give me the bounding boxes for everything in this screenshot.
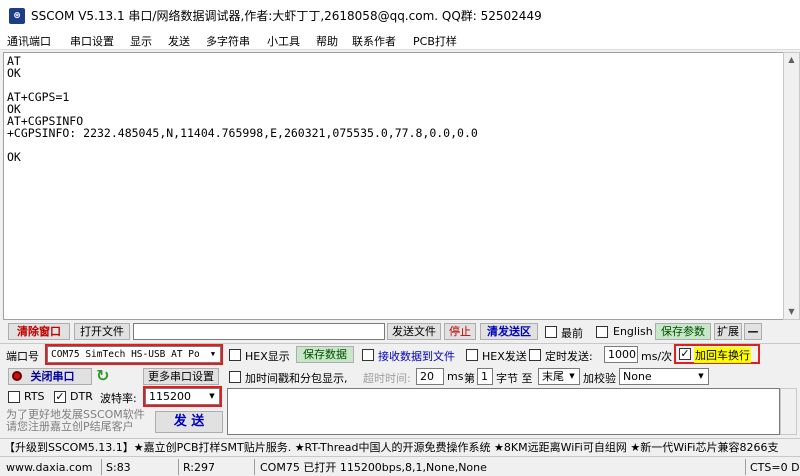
port-select-value: COM75 SimTech HS-USB AT Po [51, 349, 200, 360]
chevron-down-icon: ▼ [210, 350, 216, 358]
topmost-label: 最前 [561, 327, 583, 340]
timed-send-checkbox[interactable] [529, 349, 541, 361]
receive-terminal[interactable]: AT OK AT+CGPS=1 OK AT+CGPSINFO +CGPSINFO… [3, 52, 783, 320]
hex-display-label: HEX显示 [245, 350, 290, 363]
menu-help[interactable]: 帮助 [316, 33, 338, 49]
port-label: 端口号 [6, 350, 39, 363]
terminal-scrollbar[interactable]: ▲ ▼ [783, 52, 800, 320]
file-path-input[interactable] [133, 323, 385, 340]
checksum-value: None [623, 370, 652, 383]
menu-pcb-proto[interactable]: PCB打样 [413, 33, 457, 49]
window-title: SSCOM V5.13.1 串口/网络数据调试器,作者:大虾丁丁,2618058… [31, 9, 542, 23]
more-settings-button[interactable]: 更多串口设置 [143, 368, 219, 385]
menu-comm-port[interactable]: 通讯端口 [7, 33, 51, 49]
cts-status: CTS=0 D [750, 461, 800, 474]
timed-send-label: 定时发送: [545, 350, 593, 363]
baud-value: 115200 [149, 390, 191, 403]
terminal-line: OK [7, 66, 21, 80]
website-link[interactable]: www.daxia.com [6, 460, 93, 475]
scroll-up-icon[interactable]: ▲ [786, 55, 797, 65]
terminal-line: AT [7, 54, 21, 68]
byte-start-input[interactable]: 1 [477, 368, 493, 385]
refresh-icon[interactable]: ↻ [96, 366, 109, 385]
save-params-button[interactable]: 保存参数 [655, 323, 711, 340]
dtr-label: DTR [70, 390, 93, 403]
scroll-down-icon[interactable]: ▼ [786, 307, 797, 317]
clear-send-button[interactable]: 清发送区 [480, 323, 538, 340]
stop-button[interactable]: 停止 [444, 323, 476, 340]
timeout-unit-label: ms [447, 370, 464, 383]
chevron-down-icon: ▼ [209, 392, 215, 400]
hex-send-checkbox[interactable] [466, 349, 478, 361]
menu-tools[interactable]: 小工具 [267, 33, 300, 49]
terminal-line: AT+CGPS=1 [7, 90, 70, 104]
send-input[interactable] [227, 388, 780, 435]
terminal-line: +CGPSINFO: 2232.485045,N,11404.765998,E,… [7, 126, 478, 140]
sent-count: S:83 [106, 461, 131, 474]
add-crlf-label: 加回车换行 [694, 347, 751, 363]
add-crlf-checkbox[interactable]: ✓ [679, 348, 691, 360]
recv-to-file-label[interactable]: 接收数据到文件 [378, 348, 455, 364]
menu-contact-author[interactable]: 联系作者 [352, 33, 396, 49]
rts-checkbox[interactable] [8, 391, 20, 403]
dtr-checkbox[interactable]: ✓ [54, 391, 66, 403]
checksum-label: 加校验 [583, 372, 616, 385]
byte-prefix-label: 第 [464, 372, 475, 385]
checksum-select[interactable]: None ▼ [619, 368, 709, 385]
chevron-down-icon: ▼ [698, 372, 704, 380]
menu-bar: 通讯端口 串口设置 显示 发送 多字符串 小工具 帮助 联系作者 PCB打样 [0, 30, 800, 50]
rts-label: RTS [24, 390, 45, 403]
terminal-line: OK [7, 102, 21, 116]
status-separator [254, 459, 255, 475]
status-separator [178, 459, 179, 475]
save-data-button[interactable]: 保存数据 [296, 346, 354, 363]
chevron-down-icon: ▼ [569, 372, 575, 380]
hex-send-label: HEX发送 [482, 350, 527, 363]
baud-label: 波特率: [100, 392, 137, 405]
menu-multi-string[interactable]: 多字符串 [206, 33, 250, 49]
promo-bar[interactable]: 【升级到SSCOM5.13.1】★嘉立创PCB打样SMT贴片服务. ★RT-Th… [0, 438, 800, 455]
timeout-label: 超时时间: [363, 372, 411, 385]
hex-display-checkbox[interactable] [229, 349, 241, 361]
baud-select[interactable]: 115200 ▼ [145, 388, 220, 405]
collapse-button[interactable]: — [744, 323, 762, 340]
send-file-button[interactable]: 发送文件 [387, 323, 441, 340]
port-select[interactable]: COM75 SimTech HS-USB AT Po ▼ [47, 346, 221, 363]
timed-interval-input[interactable]: 1000 [604, 346, 638, 363]
status-separator [745, 459, 746, 475]
serial-app-icon: ⊛ [9, 8, 25, 24]
timed-unit-label: ms/次 [641, 350, 673, 363]
clear-window-button[interactable]: 清除窗口 [8, 323, 70, 340]
timestamp-label: 加时间戳和分包显示, [245, 372, 348, 385]
english-label: English [613, 325, 653, 338]
title-bar: ⊛ SSCOM V5.13.1 串口/网络数据调试器,作者:大虾丁丁,26180… [0, 0, 800, 30]
terminal-line: OK [7, 150, 21, 164]
menu-send[interactable]: 发送 [168, 33, 190, 49]
menu-serial-settings[interactable]: 串口设置 [70, 33, 114, 49]
timeout-input[interactable]: 20 [416, 368, 444, 385]
byte-end-select[interactable]: 末尾 ▼ [538, 368, 580, 385]
open-file-button[interactable]: 打开文件 [74, 323, 130, 340]
close-port-button[interactable]: 关闭串口 [8, 368, 92, 385]
menu-display[interactable]: 显示 [130, 33, 152, 49]
port-status-icon [12, 371, 22, 381]
received-count: R:297 [183, 461, 216, 474]
expand-button[interactable]: 扩展 [714, 323, 742, 340]
english-checkbox[interactable] [596, 326, 608, 338]
status-separator [101, 459, 102, 475]
port-state: COM75 已打开 115200bps,8,1,None,None [260, 461, 487, 474]
close-port-label: 关闭串口 [30, 370, 75, 383]
byte-end-value: 末尾 [542, 370, 564, 383]
timestamp-checkbox[interactable] [229, 371, 241, 383]
byte-mid-label: 字节 至 [496, 372, 533, 385]
topmost-checkbox[interactable] [545, 326, 557, 338]
send-scrollbar[interactable] [780, 388, 797, 435]
promo-line-2: 请您注册嘉立创P结尾客户 [6, 420, 134, 433]
status-bar: www.daxia.com S:83 R:297 COM75 已打开 11520… [0, 456, 800, 476]
recv-to-file-checkbox[interactable] [362, 349, 374, 361]
send-button[interactable]: 发 送 [155, 411, 223, 433]
